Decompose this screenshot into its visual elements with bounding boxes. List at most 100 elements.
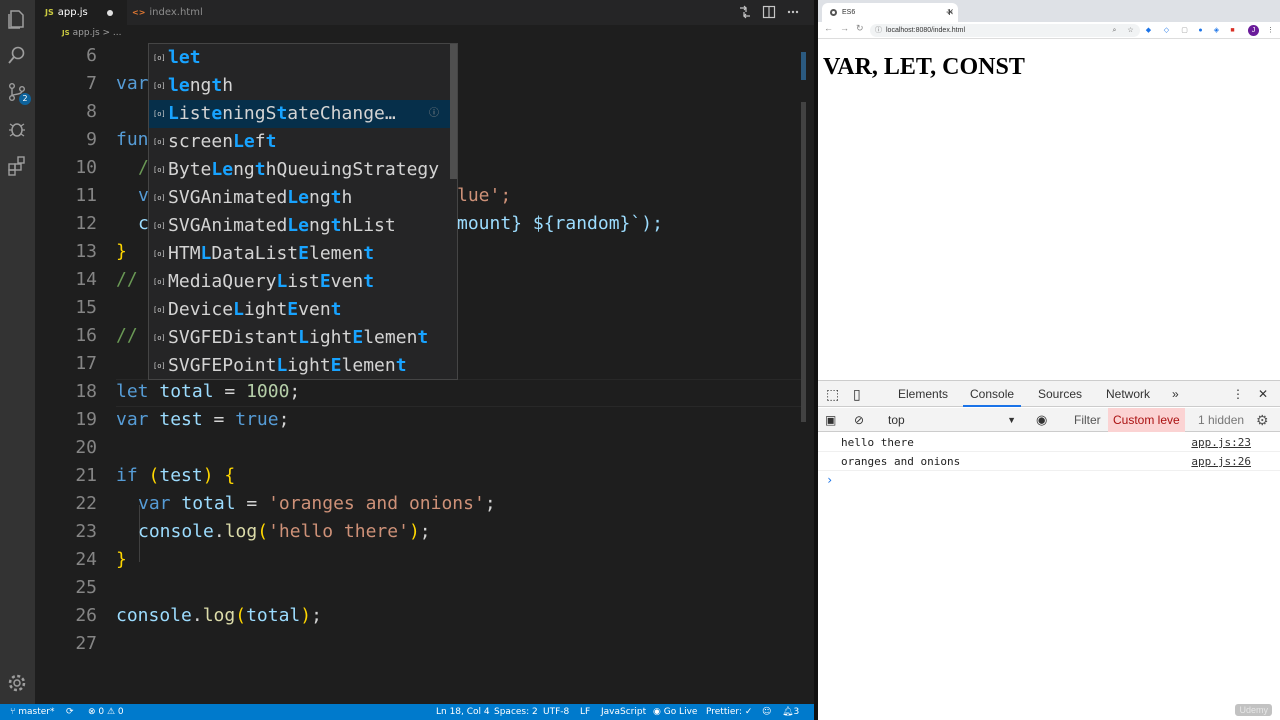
- line-number: 18: [75, 381, 97, 402]
- extensions-icon[interactable]: [6, 155, 28, 177]
- suggestion-item[interactable]: [o] ListeningStateChange… ⓘ: [149, 100, 451, 128]
- more-actions-icon[interactable]: [786, 5, 800, 19]
- address-bar[interactable]: ⓘ localhost:8080/index.html: [870, 24, 1140, 37]
- extension-icon[interactable]: ◈: [1212, 26, 1221, 35]
- console-settings-gear-icon[interactable]: ⚙: [1256, 408, 1269, 432]
- extension-icon[interactable]: ▢: [1180, 26, 1189, 35]
- tab-app-js[interactable]: JS app.js: [35, 0, 127, 25]
- devtools-menu-icon[interactable]: ⋮: [1232, 381, 1244, 407]
- unsaved-dot-icon[interactable]: [107, 10, 113, 16]
- extension-icon[interactable]: ■: [1228, 26, 1237, 35]
- variable-symbol-icon: [o]: [153, 110, 166, 118]
- search-icon[interactable]: [6, 44, 28, 66]
- editor-scrollbar[interactable]: [800, 42, 814, 704]
- extension-icon[interactable]: ◆: [1144, 26, 1153, 35]
- suggestion-item[interactable]: [o] SVGFEPointLightElement: [149, 352, 451, 379]
- suggestion-item[interactable]: [o] MediaQueryListEvent: [149, 268, 451, 296]
- indentation[interactable]: Spaces: 2: [494, 704, 538, 720]
- page-viewport: VAR, LET, CONST: [818, 40, 1280, 380]
- line-number: 24: [75, 549, 97, 570]
- read-more-info-icon[interactable]: ⓘ: [429, 100, 439, 128]
- suggestion-scrollbar[interactable]: [450, 44, 457, 179]
- notifications-bell-icon[interactable]: 🔔︎3: [782, 704, 799, 720]
- problems-count[interactable]: ⊗ 0 ⚠ 0: [88, 704, 124, 720]
- browser-tab[interactable]: ES6 ✕: [822, 3, 958, 22]
- forward-arrow-icon[interactable]: →: [840, 23, 849, 33]
- tab-network[interactable]: Network: [1106, 381, 1150, 407]
- cursor-position[interactable]: Ln 18, Col 4: [436, 704, 490, 720]
- settings-gear-icon[interactable]: [6, 672, 28, 694]
- suggestion-item[interactable]: [o] HTMLDataListElement: [149, 240, 451, 268]
- live-expression-eye-icon[interactable]: ◉: [1036, 408, 1047, 432]
- suggestion-item[interactable]: [o] ByteLengthQueuingStrategy: [149, 156, 451, 184]
- show-sidebar-icon[interactable]: ▣: [825, 408, 836, 432]
- suggestion-label: HTMLDataListElement: [168, 243, 375, 264]
- console-output[interactable]: hello there app.js:23 oranges and onions…: [818, 433, 1280, 720]
- suggestion-item[interactable]: [o] let: [149, 44, 451, 72]
- suggestion-item[interactable]: [o] screenLeft: [149, 128, 451, 156]
- line-number: 21: [75, 465, 97, 486]
- browser-tab-title: ES6: [842, 9, 856, 16]
- tab-sources[interactable]: Sources: [1038, 381, 1082, 407]
- device-toolbar-icon[interactable]: ▯: [853, 381, 861, 407]
- suggestion-item[interactable]: [o] DeviceLightEvent: [149, 296, 451, 324]
- search-icon[interactable]: ⌕: [1110, 26, 1119, 35]
- debug-icon[interactable]: [6, 118, 28, 140]
- tab-console[interactable]: Console: [963, 381, 1022, 407]
- back-arrow-icon[interactable]: ←: [824, 23, 833, 33]
- line-number: 25: [75, 577, 97, 598]
- clear-console-icon[interactable]: ⊘: [854, 408, 864, 432]
- chevron-down-icon: ▼: [1007, 415, 1016, 425]
- sync-icon[interactable]: ⟳: [66, 704, 74, 720]
- variable-symbol-icon: [o]: [153, 334, 166, 342]
- prettier-status[interactable]: Prettier: ✓: [706, 704, 752, 720]
- line-number: 23: [75, 521, 97, 542]
- suggestion-label: SVGFEPointLightElement: [168, 355, 407, 376]
- encoding[interactable]: UTF-8: [543, 704, 569, 720]
- explorer-icon[interactable]: [6, 8, 28, 30]
- extension-icon[interactable]: ●: [1196, 26, 1205, 35]
- line-ending[interactable]: LF: [580, 704, 590, 720]
- split-editor-icon[interactable]: [762, 5, 776, 19]
- page-heading: VAR, LET, CONST: [823, 54, 1025, 80]
- context-selector[interactable]: top ▼: [888, 408, 1020, 432]
- filter-input[interactable]: Filter: [1074, 408, 1101, 432]
- log-levels-dropdown[interactable]: Custom leve: [1108, 408, 1185, 432]
- close-devtools-icon[interactable]: ✕: [1258, 381, 1268, 407]
- scrollbar-thumb[interactable]: [801, 102, 806, 422]
- autocomplete-suggestions[interactable]: [o] let [o] length [o] ListeningStateChange… ⓘ…: [148, 43, 458, 380]
- console-prompt[interactable]: ›: [826, 473, 833, 487]
- variable-symbol-icon: [o]: [153, 194, 166, 202]
- notification-count: 3: [793, 707, 800, 717]
- reload-icon[interactable]: ↻: [856, 23, 864, 34]
- language-mode[interactable]: JavaScript: [601, 704, 646, 720]
- suggestion-item[interactable]: [o] SVGAnimatedLengthList: [149, 212, 451, 240]
- feedback-icon[interactable]: ☺: [762, 704, 771, 720]
- inspect-element-icon[interactable]: ⬚: [826, 381, 839, 407]
- suggestion-item[interactable]: [o] SVGAnimatedLength: [149, 184, 451, 212]
- menu-kebab-icon[interactable]: ⋮: [1266, 26, 1275, 35]
- variable-symbol-icon: [o]: [153, 138, 166, 146]
- console-source-link[interactable]: app.js:26: [1191, 452, 1251, 471]
- tab-elements[interactable]: Elements: [898, 381, 948, 407]
- compare-changes-icon[interactable]: [738, 5, 752, 19]
- new-tab-button[interactable]: +: [946, 3, 953, 22]
- line-number: 8: [86, 101, 97, 122]
- suggestion-item[interactable]: [o] length: [149, 72, 451, 100]
- console-message-text: hello there: [841, 436, 914, 449]
- info-icon[interactable]: ⓘ: [875, 24, 882, 37]
- tab-index-html[interactable]: <> index.html: [127, 0, 227, 25]
- extension-icon[interactable]: ◇: [1162, 26, 1171, 35]
- source-control-icon[interactable]: 2: [6, 81, 31, 105]
- activity-bar: 2: [0, 0, 35, 704]
- more-tabs-icon[interactable]: »: [1172, 381, 1179, 407]
- profile-avatar[interactable]: J: [1248, 25, 1259, 36]
- suggestion-item[interactable]: [o] SVGFEDistantLightElement: [149, 324, 451, 352]
- suggestion-label: SVGAnimatedLengthList: [168, 215, 396, 236]
- breadcrumb-file[interactable]: app.js: [73, 28, 100, 38]
- bookmark-star-icon[interactable]: ☆: [1126, 26, 1135, 35]
- go-live-button[interactable]: ◉ Go Live: [653, 704, 697, 720]
- branch-indicator[interactable]: ⑂ master*: [10, 704, 55, 720]
- variable-symbol-icon: [o]: [153, 166, 166, 174]
- console-source-link[interactable]: app.js:23: [1191, 433, 1251, 452]
